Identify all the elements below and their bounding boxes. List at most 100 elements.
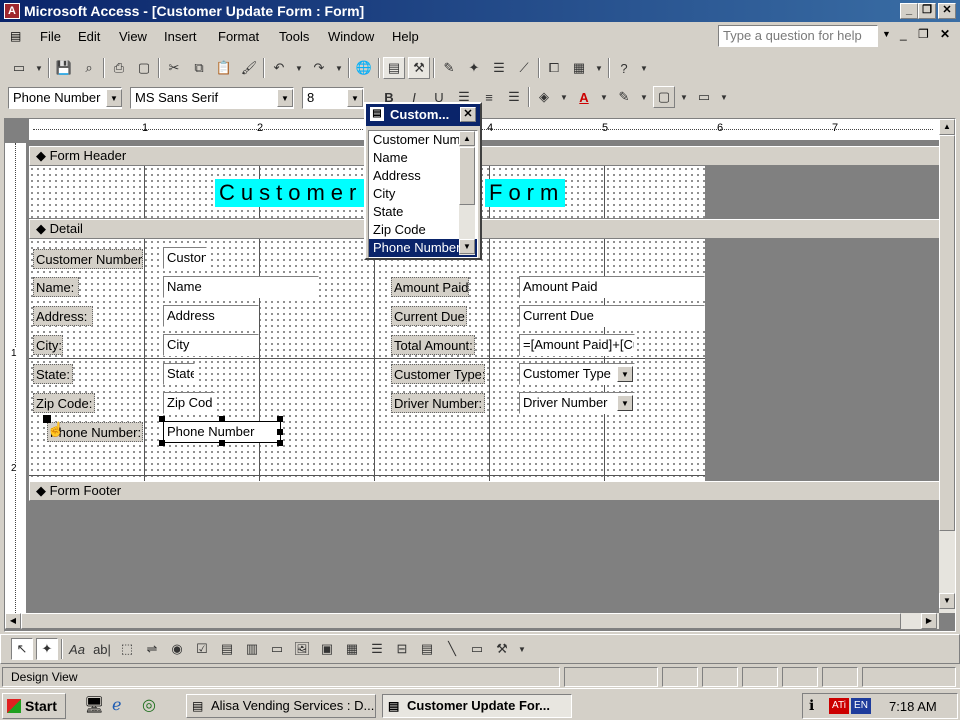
tab-control-icon[interactable]: ⊟ xyxy=(391,638,413,660)
address-textbox[interactable]: Address xyxy=(163,305,259,327)
font-select[interactable]: MS Sans Serif xyxy=(130,87,294,109)
total-amount-textbox[interactable]: =[Amount Paid]+[Cu xyxy=(519,334,635,356)
minimize-button[interactable]: _ xyxy=(900,3,918,19)
list-box-icon[interactable]: ▥ xyxy=(241,638,263,660)
unbound-object-frame-icon[interactable]: ▣ xyxy=(316,638,338,660)
resize-handle[interactable] xyxy=(277,429,283,435)
view-icon[interactable]: ▭ xyxy=(8,57,30,79)
name-label[interactable]: Name: xyxy=(33,277,79,297)
current-due-textbox[interactable]: Current Due xyxy=(519,305,705,327)
customer-number-label[interactable]: Customer Number: xyxy=(33,249,143,269)
doc-minimize-icon[interactable]: _ xyxy=(900,27,907,41)
clock[interactable]: 7:18 AM xyxy=(889,699,937,714)
quick-launch-icon[interactable]: ◎ xyxy=(142,695,156,715)
database-window-icon[interactable]: ⧠ xyxy=(543,57,565,79)
tray-ati-icon[interactable]: ATi xyxy=(829,698,849,714)
customer-type-label[interactable]: Customer Type: xyxy=(391,364,485,384)
field-list-close-icon[interactable]: ✕ xyxy=(460,107,476,122)
border-width-icon[interactable]: ▢ xyxy=(653,86,675,108)
format-painter-icon[interactable]: 🖌 xyxy=(238,57,260,79)
horizontal-scroll-thumb[interactable] xyxy=(21,613,901,629)
address-label[interactable]: Address: xyxy=(33,306,93,326)
resize-handle[interactable] xyxy=(277,440,283,446)
amount-paid-textbox[interactable]: Amount Paid xyxy=(519,276,705,298)
help-question-input[interactable]: Type a question for help xyxy=(718,25,878,47)
new-object-icon[interactable]: ▦ xyxy=(568,57,590,79)
font-dropdown-arrow[interactable]: ▼ xyxy=(277,89,293,107)
check-box-icon[interactable]: ☑ xyxy=(191,638,213,660)
new-object-dropdown-arrow[interactable]: ▼ xyxy=(593,57,605,79)
resize-handle[interactable] xyxy=(219,440,225,446)
menu-help[interactable]: Help xyxy=(392,29,419,44)
doc-restore-icon[interactable]: ❐ xyxy=(918,27,929,41)
name-textbox[interactable]: Name xyxy=(163,276,319,298)
state-textbox[interactable]: State xyxy=(163,363,195,385)
resize-handle[interactable] xyxy=(219,416,225,422)
driver-number-label[interactable]: Driver Number: xyxy=(391,393,485,413)
amount-paid-label[interactable]: Amount Paid: xyxy=(391,277,469,297)
print-preview-icon[interactable]: ▢ xyxy=(133,57,155,79)
subform-icon[interactable]: ▤ xyxy=(416,638,438,660)
object-select[interactable]: Phone Number xyxy=(8,87,122,109)
text-box-icon[interactable]: ab| xyxy=(91,638,113,660)
access-app-icon[interactable]: A xyxy=(4,3,20,19)
tray-app-icon[interactable]: ℹ xyxy=(809,697,814,714)
hyperlink-icon[interactable]: 🌐 xyxy=(353,57,375,79)
detail-bar[interactable]: ◆ Detail xyxy=(29,219,941,239)
line-color-dropdown-arrow[interactable]: ▼ xyxy=(638,86,650,108)
line-color-icon[interactable]: ✎ xyxy=(613,86,635,108)
print-icon[interactable]: ⎙ xyxy=(108,57,130,79)
help-icon[interactable]: ? xyxy=(613,57,635,79)
rectangle-icon[interactable]: ▭ xyxy=(466,638,488,660)
option-group-icon[interactable]: ⬚ xyxy=(116,638,138,660)
save-icon[interactable]: 💾 xyxy=(53,57,75,79)
select-objects-icon[interactable]: ↖ xyxy=(11,638,33,660)
vertical-scrollbar[interactable]: ▲ ▼ xyxy=(939,119,955,613)
field-list-scrollbar[interactable]: ▲ ▼ xyxy=(459,131,475,255)
taskbar-form-window[interactable]: ▤ Customer Update For... xyxy=(382,694,572,718)
desktop-icon[interactable]: 🖥 xyxy=(84,695,104,715)
field-list-scroll-up[interactable]: ▲ xyxy=(459,131,475,146)
label-icon[interactable]: Aa xyxy=(66,638,88,660)
view-dropdown-arrow[interactable]: ▼ xyxy=(33,57,45,79)
special-effect-dropdown-arrow[interactable]: ▼ xyxy=(718,86,730,108)
resize-handle[interactable] xyxy=(277,416,283,422)
current-due-label[interactable]: Current Due: xyxy=(391,306,467,326)
scroll-right-arrow[interactable]: ▶ xyxy=(921,613,937,629)
toolbox-options-arrow[interactable]: ▼ xyxy=(516,638,528,660)
border-width-dropdown-arrow[interactable]: ▼ xyxy=(678,86,690,108)
command-button-icon[interactable]: ▭ xyxy=(266,638,288,660)
customer-type-dropdown-arrow[interactable]: ▼ xyxy=(617,366,633,382)
page-break-icon[interactable]: ☰ xyxy=(366,638,388,660)
control-wizards-icon[interactable]: ✦ xyxy=(36,638,58,660)
line-icon[interactable]: ╲ xyxy=(441,638,463,660)
help-dropdown-arrow[interactable]: ▼ xyxy=(882,29,891,39)
align-right-icon[interactable]: ☰ xyxy=(503,86,525,108)
redo-icon[interactable]: ↷ xyxy=(308,57,330,79)
menu-format[interactable]: Format xyxy=(218,29,259,44)
field-list-scroll-thumb[interactable] xyxy=(459,147,475,205)
build-icon[interactable]: ⟋ xyxy=(513,57,535,79)
font-size-dropdown-arrow[interactable]: ▼ xyxy=(347,89,363,107)
form-title-label-end[interactable]: Form xyxy=(485,179,565,207)
cut-icon[interactable]: ✂ xyxy=(163,57,185,79)
bound-object-frame-icon[interactable]: ▦ xyxy=(341,638,363,660)
undo-dropdown-arrow[interactable]: ▼ xyxy=(293,57,305,79)
code-icon[interactable]: ✦ xyxy=(463,57,485,79)
redo-dropdown-arrow[interactable]: ▼ xyxy=(333,57,345,79)
combo-box-icon[interactable]: ▤ xyxy=(216,638,238,660)
scroll-left-arrow[interactable]: ◀ xyxy=(5,613,21,629)
copy-icon[interactable]: ⧉ xyxy=(188,57,210,79)
menu-insert[interactable]: Insert xyxy=(164,29,197,44)
menu-window[interactable]: Window xyxy=(328,29,374,44)
scroll-down-arrow[interactable]: ▼ xyxy=(939,593,955,609)
properties-icon[interactable]: ☰ xyxy=(488,57,510,79)
doc-close-icon[interactable]: ✕ xyxy=(940,27,950,41)
more-controls-icon[interactable]: ⚒ xyxy=(491,638,513,660)
internet-explorer-icon[interactable]: ℯ xyxy=(112,695,121,715)
state-label[interactable]: State: xyxy=(33,364,73,384)
paste-icon[interactable]: 📋 xyxy=(213,57,235,79)
horizontal-scrollbar[interactable]: ◀ ▶ xyxy=(5,613,939,629)
language-indicator[interactable]: EN xyxy=(851,698,871,714)
font-color-icon[interactable]: A xyxy=(573,86,595,108)
